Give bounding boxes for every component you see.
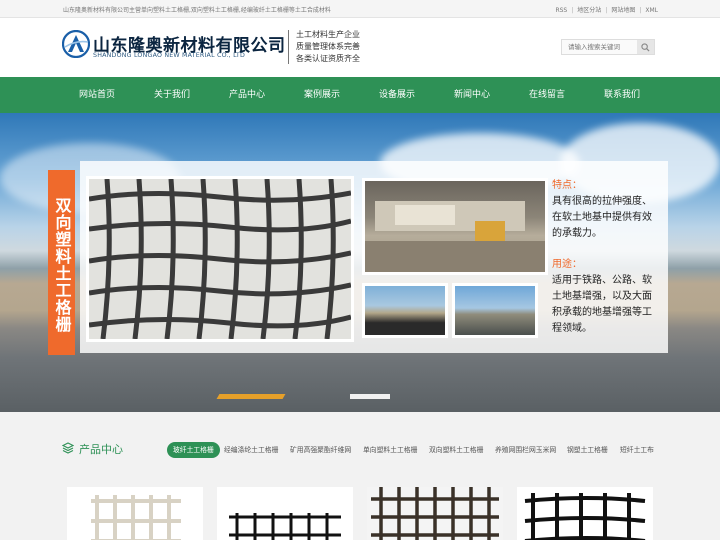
usage-text: 适用于铁路、公路、软土地基增强，以及大面积承载的地基增强等工程领域。: [552, 275, 652, 334]
geogrid-image: [89, 179, 351, 339]
rss-link[interactable]: RSS: [555, 7, 567, 14]
nav-equipment[interactable]: 设备展示: [359, 77, 435, 113]
main-nav: 网站首页 关于我们 产品中心 案例展示 设备展示 新闻中心 在线留言 联系我们: [0, 77, 720, 113]
feature-block: 特点： 具有很高的拉伸强度、在软土地基中提供有效的承载力。: [552, 178, 660, 242]
tab-biaxial-geogrid[interactable]: 双向塑料土工格栅: [429, 442, 483, 458]
tab-fiberglass-geogrid[interactable]: 玻纤土工格栅: [167, 442, 220, 458]
site-intro: 山东隆奥新材料有限公司主营单向塑料土工格栅,双向塑料土工格栅,经编玻纤土工格栅等…: [63, 7, 331, 14]
nav-home[interactable]: 网站首页: [59, 77, 135, 113]
search-input[interactable]: [562, 40, 639, 54]
usage-block: 用途： 适用于铁路、公路、软土地基增强，以及大面积承载的地基增强等工程领域。: [552, 257, 660, 337]
tab-mining-polyester-mesh[interactable]: 矿用高强聚酯纤维网: [290, 442, 351, 458]
hero-banner[interactable]: 双向塑料土工格栅 特点： 具有很高的拉伸强度、在软土地基中提供有效的承载力。 用…: [0, 113, 720, 412]
top-bar: 山东隆奥新材料有限公司主营单向塑料土工格栅,双向塑料土工格栅,经编玻纤土工格栅等…: [0, 0, 720, 18]
nav-news[interactable]: 新闻中心: [434, 77, 510, 113]
factory-photo: [362, 178, 548, 275]
search-box: [561, 39, 655, 55]
tab-uniaxial-geogrid[interactable]: 单向塑料土工格栅: [363, 442, 417, 458]
product-image: [524, 493, 646, 540]
feature-heading: 特点：: [552, 180, 582, 191]
product-image: [367, 487, 503, 540]
nav-message[interactable]: 在线留言: [509, 77, 585, 113]
product-section: 产品中心 玻纤土工格栅 经编涤纶土工格栅 矿用高强聚酯纤维网 单向塑料土工格栅 …: [0, 412, 720, 540]
tab-steel-plastic-geogrid[interactable]: 钢塑土工格栅: [567, 442, 608, 458]
factory-image: [365, 201, 545, 272]
product-section-title: 产品中心: [79, 443, 123, 456]
product-card[interactable]: [517, 487, 653, 540]
search-icon: [641, 42, 650, 52]
search-button[interactable]: [637, 40, 654, 54]
top-links: RSS | 地区分站 | 网站地图 | XML: [555, 7, 658, 14]
sitemap-link[interactable]: 网站地图: [611, 7, 635, 14]
tab-staple-fiber-geotextile[interactable]: 短纤土工布: [620, 442, 654, 458]
slogan-line-1: 土工材料生产企业: [296, 30, 360, 39]
nav-products[interactable]: 产品中心: [209, 77, 285, 113]
xml-link[interactable]: XML: [645, 7, 658, 14]
company-name-en: SHANDONG LONGAO NEW MATERIAL CO., LTD: [93, 52, 246, 59]
banner-vertical-title: 双向塑料土工格栅: [48, 170, 75, 355]
tab-warp-knitted-polyester[interactable]: 经编涤纶土工格栅: [224, 442, 278, 458]
product-image: [229, 513, 341, 540]
nav-cases[interactable]: 案例展示: [284, 77, 360, 113]
slogan-line-3: 各类认证资质齐全: [296, 54, 360, 63]
product-card[interactable]: [367, 487, 503, 540]
layers-icon: [62, 442, 74, 454]
tab-breeding-fence-net[interactable]: 养殖网围栏网玉米网: [495, 442, 556, 458]
nav-about[interactable]: 关于我们: [134, 77, 210, 113]
nav-contact[interactable]: 联系我们: [584, 77, 660, 113]
header: 山东隆奥新材料有限公司 SHANDONG LONGAO NEW MATERIAL…: [0, 18, 720, 78]
regional-sites-link[interactable]: 地区分站: [577, 7, 601, 14]
road-construction-photo: [362, 283, 448, 338]
road-marking: [350, 394, 390, 399]
slogan-line-2: 质量管理体系完善: [296, 42, 360, 51]
product-image: [91, 495, 181, 540]
slogan-divider: [288, 30, 289, 64]
geogrid-photo: [86, 176, 354, 342]
product-card[interactable]: [217, 487, 353, 540]
company-logo-icon[interactable]: [62, 30, 90, 58]
railway-photo: [452, 283, 538, 338]
slogan: 土工材料生产企业 质量管理体系完善 各类认证资质齐全: [296, 29, 360, 65]
product-card[interactable]: [67, 487, 203, 540]
usage-heading: 用途：: [552, 259, 582, 270]
feature-text: 具有很高的拉伸强度、在软土地基中提供有效的承载力。: [552, 196, 652, 239]
road-marking: [216, 394, 286, 399]
